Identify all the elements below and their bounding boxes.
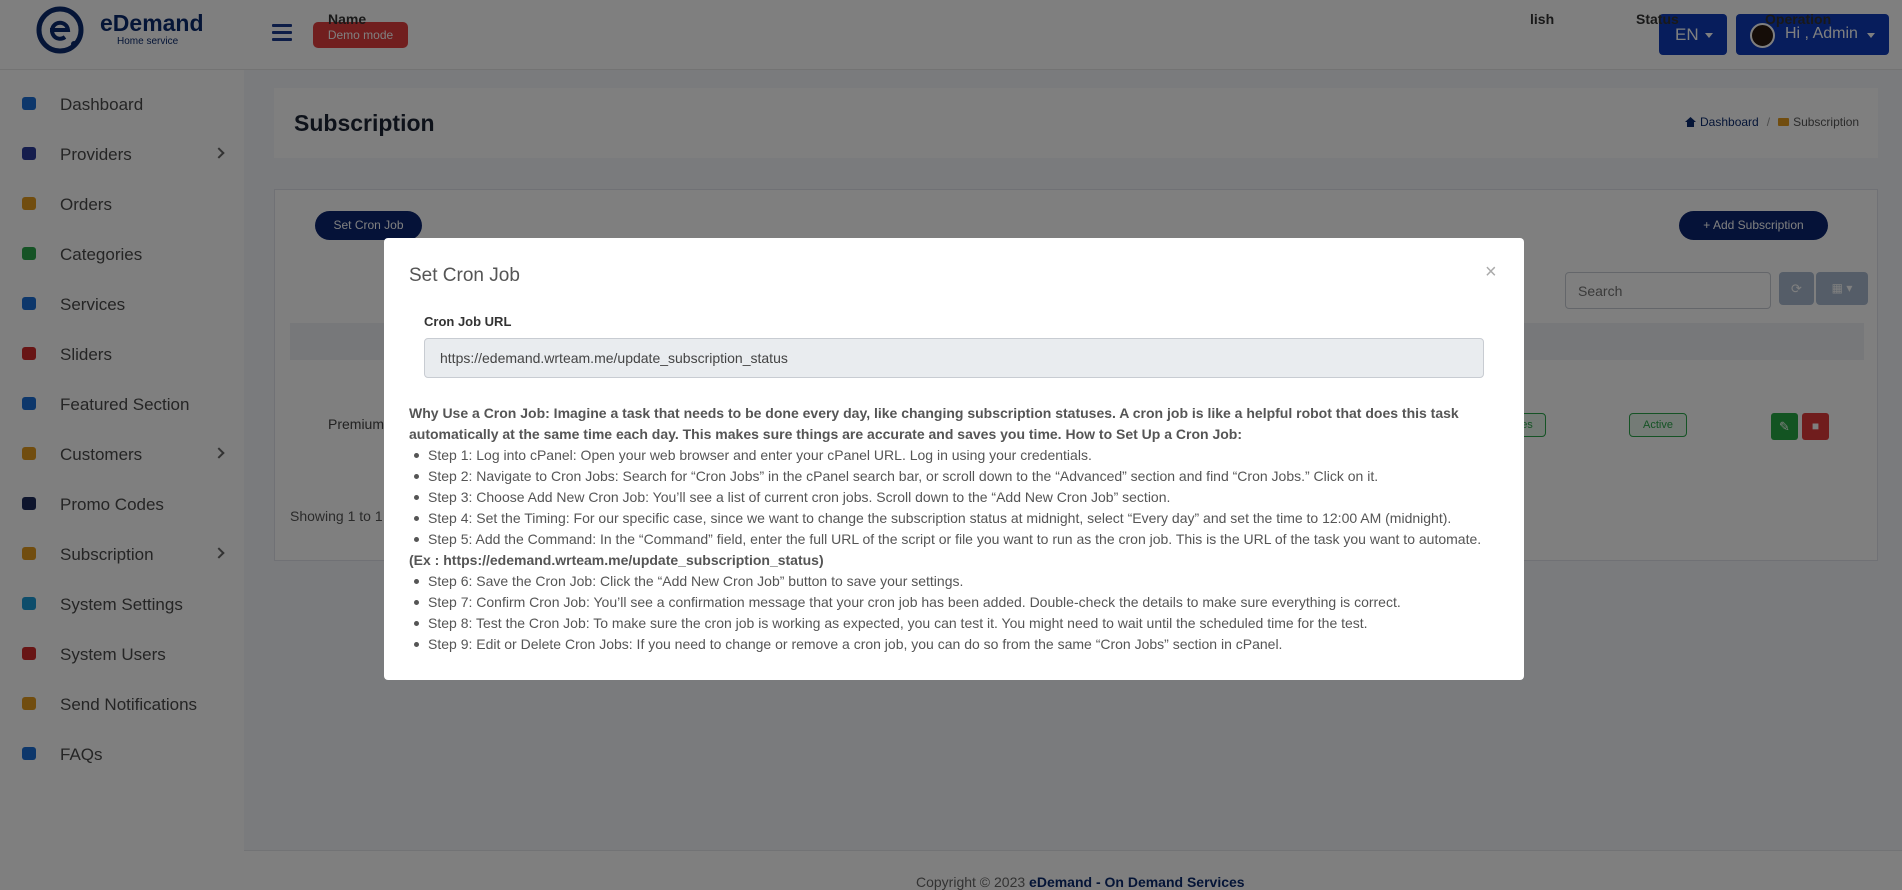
list-item: Step 7: Confirm Cron Job: You’ll see a c… (409, 592, 1519, 613)
cron-url-label: Cron Job URL (424, 314, 512, 329)
list-item: Step 9: Edit or Delete Cron Jobs: If you… (409, 634, 1519, 655)
list-item: Step 5: Add the Command: In the “Command… (409, 529, 1519, 550)
list-item: Step 8: Test the Cron Job: To make sure … (409, 613, 1519, 634)
list-item: Step 3: Choose Add New Cron Job: You’ll … (409, 487, 1519, 508)
modal-title: Set Cron Job (409, 265, 520, 286)
example-url: (Ex : https://edemand.wrteam.me/update_s… (409, 552, 824, 568)
list-item: Step 4: Set the Timing: For our specific… (409, 508, 1519, 529)
close-icon[interactable]: × (1485, 262, 1497, 282)
cron-url-field[interactable]: https://edemand.wrteam.me/update_subscri… (424, 338, 1484, 378)
list-item: Step 6: Save the Cron Job: Click the “Ad… (409, 571, 1519, 592)
list-item: Step 1: Log into cPanel: Open your web b… (409, 445, 1519, 466)
cron-explanation: Why Use a Cron Job: Imagine a task that … (409, 405, 1459, 442)
cron-steps-list: Step 1: Log into cPanel: Open your web b… (409, 445, 1519, 655)
list-item: Step 2: Navigate to Cron Jobs: Search fo… (409, 466, 1519, 487)
